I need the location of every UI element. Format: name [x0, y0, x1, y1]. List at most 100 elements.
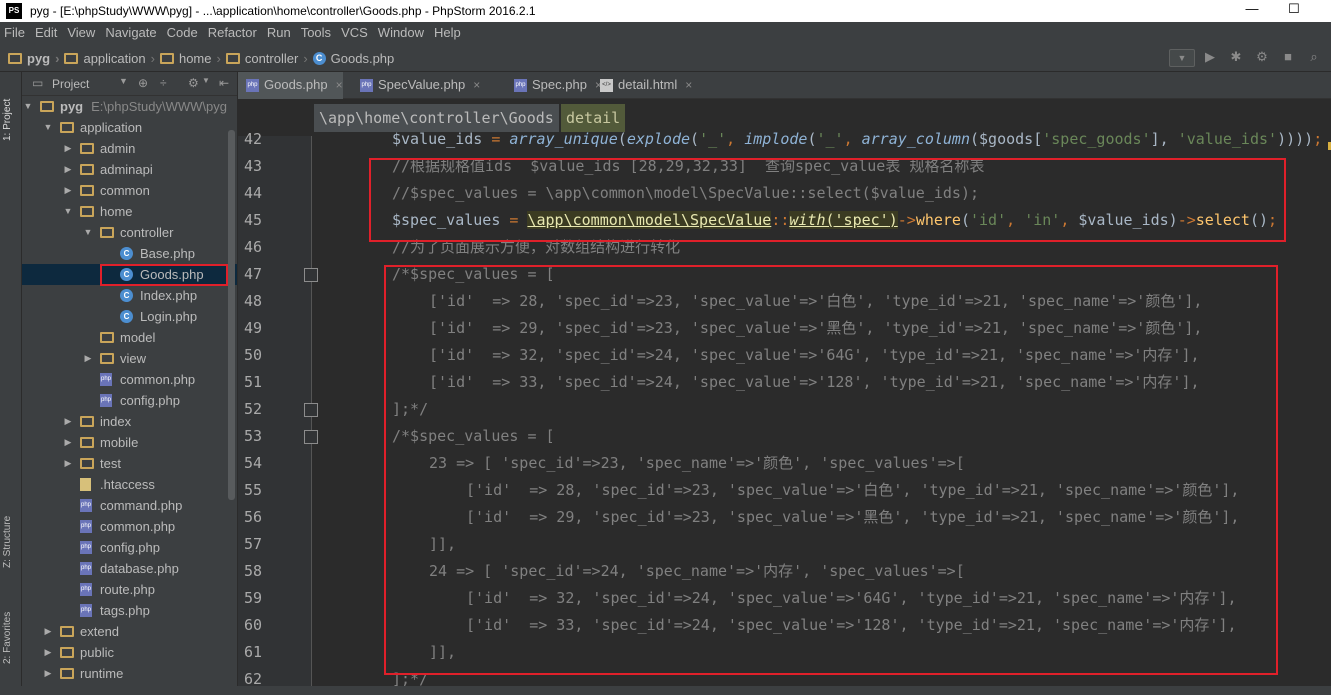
settings-dropdown-icon[interactable]: ▼: [202, 76, 210, 85]
search-everywhere-icon[interactable]: ⌕: [1303, 49, 1325, 67]
stop-icon[interactable]: ■: [1277, 49, 1299, 67]
tree-item-mobile[interactable]: ▶ mobile: [22, 432, 237, 453]
settings-gear-icon[interactable]: ⚙: [188, 76, 199, 90]
menu-file[interactable]: File: [0, 22, 29, 45]
editor-tab-bar: php Goods.php × php SpecValue.php × php Spec.ph…: [238, 72, 1331, 99]
tree-item-model[interactable]: model: [22, 327, 237, 348]
menu-vcs[interactable]: VCS: [337, 22, 372, 45]
menu-tools[interactable]: Tools: [297, 22, 335, 45]
tree-item-command-php[interactable]: php command.php: [22, 495, 237, 516]
expand-open-icon[interactable]: ▼: [42, 117, 54, 138]
structure-tool-tab[interactable]: Z: Structure: [2, 504, 20, 579]
expand-closed-icon[interactable]: ▶: [62, 432, 74, 453]
tree-item-view[interactable]: ▶ view: [22, 348, 237, 369]
expand-closed-icon[interactable]: ▶: [62, 159, 74, 180]
hide-panel-icon[interactable]: ⇤: [219, 76, 229, 90]
line-number: 50: [243, 346, 262, 364]
tree-item-public[interactable]: ▶ public: [22, 642, 237, 663]
tree-item-login-php[interactable]: C Login.php: [22, 306, 237, 327]
code-token: ($goods[: [970, 130, 1043, 148]
debug-icon[interactable]: ✱: [1225, 49, 1247, 67]
tree-item-common-php[interactable]: php common.php: [22, 369, 237, 390]
minimize-button[interactable]: —: [1242, 1, 1262, 19]
menu-view[interactable]: View: [63, 22, 99, 45]
fold-marker-icon[interactable]: [304, 430, 318, 444]
breadcrumb-item-home[interactable]: home ›: [159, 51, 226, 66]
expand-closed-icon[interactable]: ▶: [62, 180, 74, 201]
tree-item-config-php[interactable]: php config.php: [22, 537, 237, 558]
project-scrollbar[interactable]: [228, 130, 235, 500]
project-tool-tab[interactable]: 1: Project: [2, 90, 20, 150]
tree-item-name: home: [100, 204, 133, 219]
tree-item-common-php[interactable]: php common.php: [22, 516, 237, 537]
tree-item-name: test: [100, 456, 121, 471]
tab-goods-php[interactable]: php Goods.php ×: [238, 72, 343, 99]
coverage-icon[interactable]: ⚙: [1251, 49, 1273, 67]
tree-item-base-php[interactable]: C Base.php: [22, 243, 237, 264]
maximize-button[interactable]: ☐: [1284, 1, 1304, 19]
tree-item-config-php[interactable]: php config.php: [22, 390, 237, 411]
tree-item-index[interactable]: ▶ index: [22, 411, 237, 432]
expand-closed-icon[interactable]: ▶: [62, 138, 74, 159]
tab-spec-php[interactable]: php Spec.php ×: [506, 72, 602, 99]
expand-closed-icon[interactable]: ▶: [42, 621, 54, 642]
tree-item-tags-php[interactable]: php tags.php: [22, 600, 237, 621]
fold-marker-icon[interactable]: [304, 403, 318, 417]
menu-navigate[interactable]: Navigate: [101, 22, 160, 45]
folder-icon: [40, 101, 54, 112]
tree-item-adminapi[interactable]: ▶ adminapi: [22, 159, 237, 180]
breadcrumb-item-pyg[interactable]: pyg ›: [8, 51, 64, 66]
project-panel-title[interactable]: Project: [52, 77, 89, 91]
tree-item-database-php[interactable]: php database.php: [22, 558, 237, 579]
tree-item-label: model: [120, 327, 155, 348]
tab-detail-html[interactable]: </> detail.html ×: [592, 72, 692, 99]
close-icon[interactable]: ×: [473, 78, 480, 92]
menu-window[interactable]: Window: [374, 22, 428, 45]
tab-label: SpecValue.php: [378, 77, 466, 92]
expand-closed-icon[interactable]: ▶: [62, 411, 74, 432]
collapse-icon[interactable]: ÷: [160, 76, 167, 90]
expand-open-icon[interactable]: ▼: [62, 201, 74, 222]
menu-refactor[interactable]: Refactor: [204, 22, 261, 45]
tree-item-pyg[interactable]: ▼ pyg E:\phpStudy\WWW\pyg: [22, 96, 237, 117]
tree-item-test[interactable]: ▶ test: [22, 453, 237, 474]
menu-run[interactable]: Run: [263, 22, 295, 45]
run-config-dropdown[interactable]: ▼: [1169, 49, 1195, 67]
expand-closed-icon[interactable]: ▶: [82, 348, 94, 369]
view-dropdown-icon[interactable]: ▼: [119, 76, 128, 86]
run-icon[interactable]: ▶: [1199, 49, 1221, 67]
tree-item-index-php[interactable]: C Index.php: [22, 285, 237, 306]
breadcrumb-item-goods-php[interactable]: C Goods.php: [312, 51, 394, 66]
tree-item-extend[interactable]: ▶ extend: [22, 621, 237, 642]
tree-item-controller[interactable]: ▼ controller: [22, 222, 237, 243]
expand-open-icon[interactable]: ▼: [82, 222, 94, 243]
close-icon[interactable]: ×: [685, 78, 692, 92]
tree-item-home[interactable]: ▼ home: [22, 201, 237, 222]
expand-open-icon[interactable]: ▼: [22, 96, 34, 117]
tree-item-common[interactable]: ▶ common: [22, 180, 237, 201]
favorites-tool-tab[interactable]: 2: Favorites: [2, 602, 20, 674]
breadcrumb-item-application[interactable]: application ›: [64, 51, 160, 66]
fold-marker-icon[interactable]: [304, 268, 318, 282]
code-line[interactable]: $value_ids = array_unique(explode('_', i…: [392, 126, 1322, 153]
tree-item-name: common.php: [120, 372, 196, 387]
chevron-right-icon: ›: [55, 51, 60, 66]
close-icon[interactable]: ×: [336, 78, 343, 92]
menu-edit[interactable]: Edit: [31, 22, 61, 45]
menu-code[interactable]: Code: [163, 22, 202, 45]
expand-closed-icon[interactable]: ▶: [42, 663, 54, 684]
expand-closed-icon[interactable]: ▶: [42, 642, 54, 663]
tree-item-admin[interactable]: ▶ admin: [22, 138, 237, 159]
breadcrumb-item-controller[interactable]: controller ›: [225, 51, 313, 66]
tree-item-route-php[interactable]: php route.php: [22, 579, 237, 600]
code-token: )))): [1277, 130, 1314, 148]
tree-item-runtime[interactable]: ▶ runtime: [22, 663, 237, 684]
title-bar: PS pyg - [E:\phpStudy\WWW\pyg] - ...\app…: [0, 0, 1331, 22]
tab-specvalue-php[interactable]: php SpecValue.php ×: [352, 72, 480, 99]
breadcrumb-label: pyg: [27, 51, 51, 66]
tree-item-application[interactable]: ▼ application: [22, 117, 237, 138]
sync-icon[interactable]: ⊕: [138, 76, 148, 90]
expand-closed-icon[interactable]: ▶: [62, 453, 74, 474]
tree-item--htaccess[interactable]: .htaccess: [22, 474, 237, 495]
menu-help[interactable]: Help: [430, 22, 465, 45]
